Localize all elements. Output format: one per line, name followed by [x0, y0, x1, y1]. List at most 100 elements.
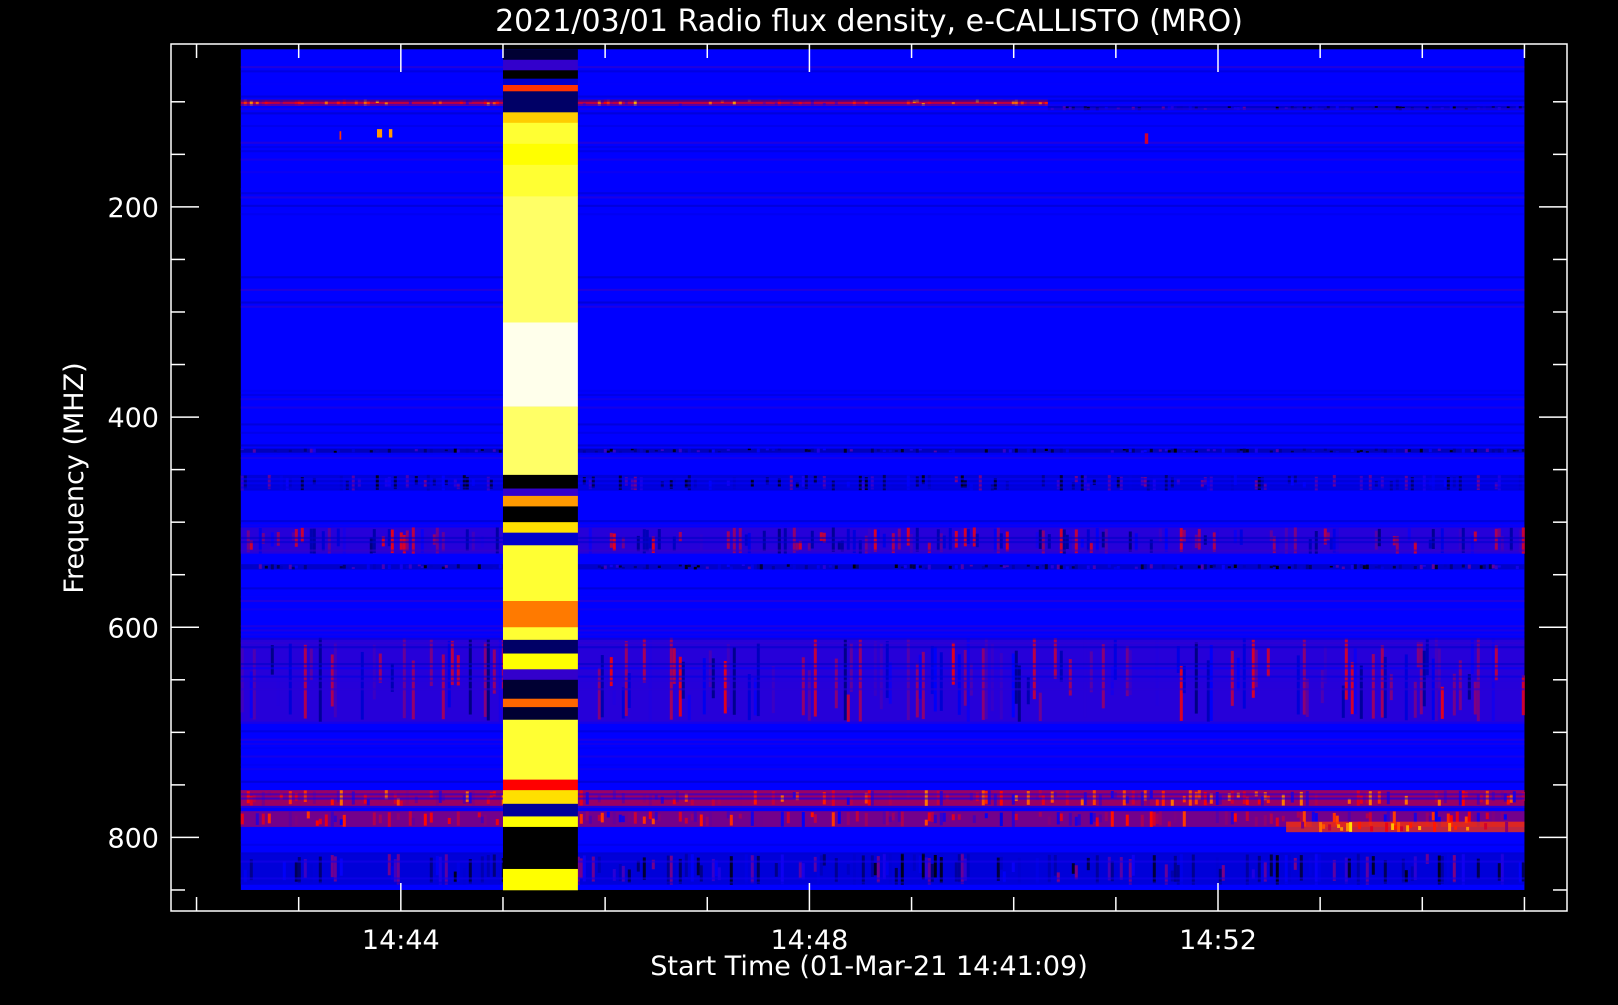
- band-texture: [822, 854, 826, 866]
- band-texture: [276, 450, 280, 453]
- band-texture: [1167, 450, 1171, 453]
- spectrum-stripe: [240, 633, 1525, 636]
- band-texture: [606, 450, 610, 453]
- burst-segment: [502, 406, 578, 476]
- band-texture: [903, 565, 907, 569]
- band-texture: [309, 448, 313, 453]
- band-texture: [1434, 791, 1438, 803]
- band-texture: [744, 534, 748, 546]
- spectrum-stripe: [240, 721, 1525, 724]
- band-texture: [750, 564, 754, 570]
- band-texture: [813, 639, 817, 717]
- band-texture: [1353, 564, 1357, 570]
- band-texture: [1401, 106, 1405, 109]
- band-texture: [645, 529, 649, 552]
- band-texture: [1385, 822, 1389, 832]
- band-texture: [1419, 642, 1423, 715]
- band-texture: [984, 813, 988, 819]
- band-texture: [1011, 564, 1015, 569]
- band-texture: [1346, 822, 1350, 832]
- band-texture: [1086, 565, 1090, 569]
- band-texture: [621, 815, 625, 823]
- band-texture: [1227, 566, 1231, 569]
- band-texture: [1233, 813, 1237, 822]
- band-texture: [429, 565, 433, 568]
- band-texture: [1011, 811, 1015, 827]
- spectrum-stripe: [240, 112, 1525, 115]
- band-texture: [834, 658, 838, 709]
- band-texture: [810, 448, 814, 452]
- spectrum-stripe: [240, 82, 1525, 85]
- band-texture: [1431, 812, 1435, 821]
- band-texture: [360, 651, 364, 720]
- band-texture: [1506, 106, 1510, 109]
- band-texture: [288, 811, 292, 827]
- band-texture: [957, 814, 961, 820]
- band-texture: [1400, 826, 1404, 832]
- band-texture: [1380, 566, 1384, 569]
- band-texture: [444, 565, 448, 568]
- burst-segment: [502, 112, 578, 124]
- spectrum-stripe: [240, 667, 1525, 670]
- band-texture: [603, 448, 607, 453]
- band-texture: [1173, 567, 1177, 570]
- spectrum-stripe: [240, 187, 1525, 191]
- band-texture: [1068, 812, 1072, 826]
- band-texture: [846, 528, 850, 551]
- band-texture: [1365, 564, 1369, 570]
- band-texture: [1215, 857, 1219, 878]
- band-texture: [1335, 565, 1339, 568]
- burst-segment: [502, 803, 578, 817]
- band-texture: [1236, 448, 1240, 453]
- band-texture: [615, 564, 619, 568]
- band-texture: [273, 449, 277, 452]
- band-texture: [960, 528, 964, 551]
- band-texture: [762, 530, 766, 552]
- band-texture: [1428, 448, 1432, 453]
- band-texture: [1113, 566, 1117, 570]
- band-texture: [1374, 530, 1378, 550]
- band-texture: [1308, 564, 1312, 570]
- band-texture: [1497, 448, 1501, 453]
- band-texture: [828, 565, 832, 568]
- band-texture: [456, 564, 460, 569]
- band-texture: [882, 853, 886, 880]
- band-texture: [1134, 566, 1138, 569]
- band-texture: [1077, 814, 1081, 826]
- band-texture: [816, 565, 820, 569]
- band-texture: [1197, 565, 1201, 569]
- band-texture: [1164, 864, 1168, 885]
- band-texture: [1332, 474, 1336, 487]
- band-texture: [351, 449, 355, 453]
- band-texture: [429, 448, 433, 453]
- band-texture: [1359, 665, 1363, 719]
- band-texture: [750, 811, 754, 826]
- band-texture: [1413, 681, 1417, 718]
- band-texture: [678, 531, 682, 542]
- band-texture: [1194, 450, 1198, 453]
- band-texture: [1391, 823, 1395, 830]
- spectrum-stripe: [240, 595, 1525, 598]
- band-texture: [1266, 648, 1270, 677]
- band-texture: [657, 565, 661, 568]
- band-texture: [372, 529, 376, 553]
- band-texture: [966, 853, 970, 877]
- band-texture: [912, 564, 916, 569]
- band-texture: [1236, 657, 1240, 691]
- burst-segment: [502, 779, 578, 791]
- band-texture: [1512, 449, 1516, 452]
- band-texture: [738, 813, 742, 819]
- band-texture: [1065, 449, 1069, 453]
- band-texture: [1392, 449, 1396, 453]
- spectrum-stripe: [240, 192, 1525, 195]
- band-texture: [1284, 855, 1288, 884]
- band-texture: [897, 811, 901, 822]
- band-texture: [786, 564, 790, 567]
- band-texture: [1125, 796, 1129, 804]
- band-texture: [1065, 566, 1069, 570]
- band-texture: [1341, 566, 1345, 570]
- band-texture: [984, 638, 988, 720]
- band-texture: [276, 649, 280, 706]
- band-texture: [948, 565, 952, 569]
- band-texture: [1433, 821, 1437, 832]
